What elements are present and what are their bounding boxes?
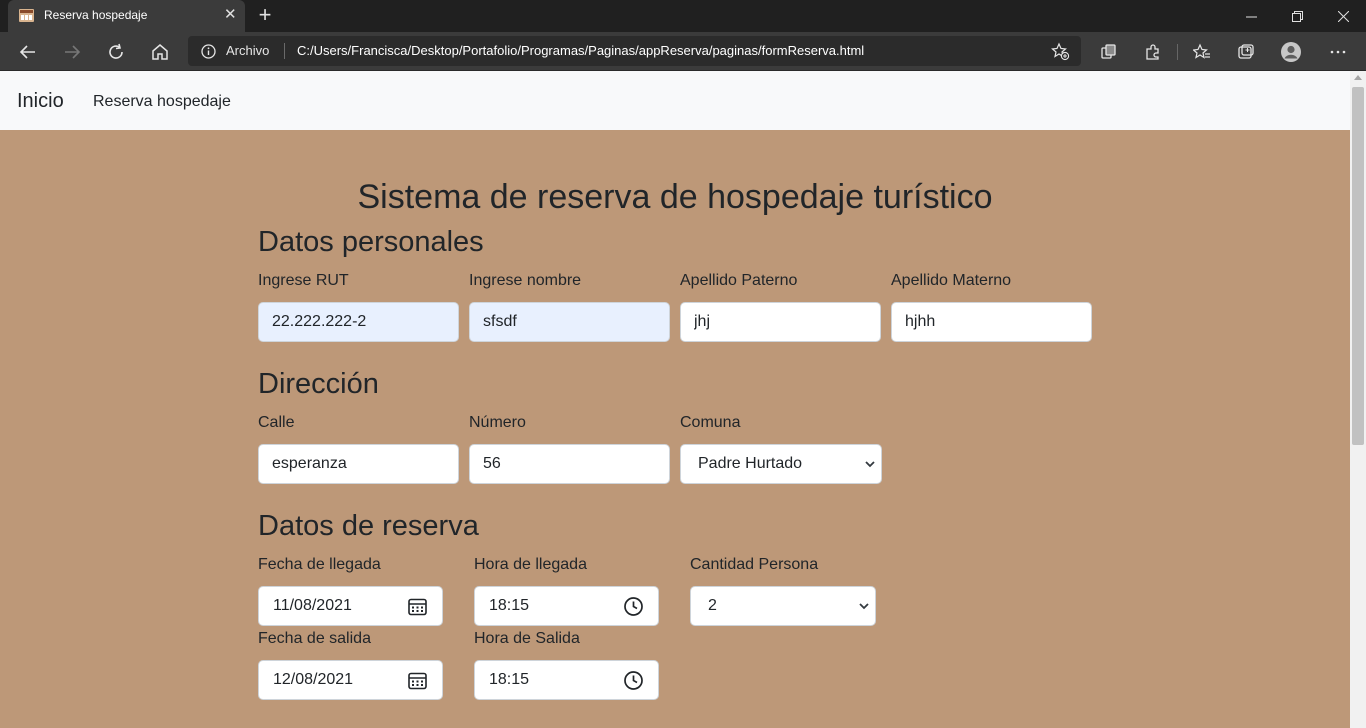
people-label: Cantidad Persona [690, 556, 819, 573]
clock-icon[interactable] [623, 670, 644, 691]
page-title: Sistema de reserva de hospedaje turístic… [357, 178, 993, 216]
street-input[interactable] [258, 444, 459, 484]
tab-actions-icon[interactable] [1235, 41, 1257, 63]
scroll-up-arrow-icon[interactable] [1354, 75, 1362, 80]
window-close-button[interactable] [1320, 0, 1366, 32]
section-heading-reservation: Datos de reserva [258, 510, 479, 542]
maternal-input[interactable] [891, 302, 1092, 342]
toolbar-separator [1177, 44, 1178, 60]
browser-tab[interactable]: Reserva hospedaje ✕ [8, 0, 245, 32]
people-selected-value: 2 [708, 597, 717, 614]
street-label: Calle [258, 414, 295, 431]
back-button[interactable] [14, 39, 42, 65]
clock-icon[interactable] [623, 596, 644, 617]
page-viewport: Inicio Reserva hospedaje Sistema de rese… [0, 71, 1350, 728]
section-heading-address: Dirección [258, 368, 379, 400]
arrival-time-input[interactable]: 18:15 [474, 586, 659, 626]
browser-toolbar: Archivo C:/Users/Francisca/Desktop/Porta… [0, 32, 1366, 71]
page-scrollbar[interactable] [1350, 71, 1366, 728]
calendar-icon[interactable] [407, 596, 428, 617]
departure-date-label: Fecha de salida [258, 630, 371, 647]
tab-title: Reserva hospedaje [44, 8, 148, 22]
paternal-label: Apellido Paterno [680, 272, 798, 289]
refresh-icon [109, 43, 123, 59]
chevron-down-icon [865, 461, 875, 468]
maternal-label: Apellido Materno [891, 272, 1012, 289]
home-button[interactable] [146, 39, 174, 65]
nav-link-reserva[interactable]: Reserva hospedaje [93, 93, 231, 111]
scrollbar-thumb[interactable] [1352, 87, 1364, 445]
section-heading-personal: Datos personales [258, 226, 484, 258]
departure-time-input[interactable]: 18:15 [474, 660, 659, 700]
number-label: Número [469, 414, 526, 431]
info-icon[interactable] [201, 44, 216, 59]
profile-icon[interactable] [1280, 41, 1302, 63]
people-select[interactable]: 2 [690, 586, 876, 626]
favorites-icon[interactable] [1191, 41, 1213, 63]
minimize-button[interactable] [1228, 0, 1274, 32]
address-bar[interactable]: Archivo C:/Users/Francisca/Desktop/Porta… [188, 36, 1081, 66]
comuna-select[interactable]: Padre Hurtado [680, 444, 882, 484]
arrival-time-label: Hora de llegada [474, 556, 587, 573]
more-icon[interactable] [1327, 41, 1349, 63]
arrival-date-value: 11/08/2021 [273, 597, 352, 614]
close-icon [1337, 10, 1349, 22]
arrival-time-value: 18:15 [489, 597, 530, 614]
name-label: Ingrese nombre [469, 272, 582, 289]
browser-titlebar: Reserva hospedaje ✕ + [0, 0, 1366, 32]
favorite-add-icon[interactable] [1051, 42, 1070, 61]
address-separator [284, 43, 285, 59]
navbar-brand[interactable]: Inicio [17, 90, 64, 113]
plus-icon[interactable]: + [254, 3, 276, 27]
paternal-input[interactable] [680, 302, 881, 342]
arrival-date-input[interactable]: 11/08/2021 [258, 586, 443, 626]
close-icon[interactable]: ✕ [224, 6, 237, 24]
rut-label: Ingrese RUT [258, 272, 349, 289]
address-scheme: Archivo [226, 43, 270, 58]
extensions-icon[interactable] [1142, 41, 1164, 63]
comuna-selected-value: Padre Hurtado [698, 455, 803, 472]
home-icon [152, 44, 168, 60]
address-url[interactable]: C:/Users/Francisca/Desktop/Portafolio/Pr… [297, 43, 864, 58]
restore-icon [1291, 10, 1303, 22]
departure-date-input[interactable]: 12/08/2021 [258, 660, 443, 700]
departure-time-value: 18:15 [489, 671, 530, 688]
rut-input[interactable] [258, 302, 459, 342]
site-navbar: Inicio Reserva hospedaje [0, 71, 1350, 130]
comuna-label: Comuna [680, 414, 741, 431]
collections-icon[interactable] [1098, 41, 1120, 63]
name-input[interactable] [469, 302, 670, 342]
chevron-down-icon [859, 603, 869, 610]
refresh-button[interactable] [102, 39, 130, 65]
forward-button[interactable] [58, 39, 86, 65]
arrival-date-label: Fecha de llegada [258, 556, 381, 573]
number-input[interactable] [469, 444, 670, 484]
maximize-button[interactable] [1274, 0, 1320, 32]
departure-time-label: Hora de Salida [474, 630, 580, 647]
forward-icon [65, 45, 81, 59]
minimize-icon [1245, 16, 1257, 17]
departure-date-value: 12/08/2021 [273, 671, 354, 688]
back-icon [19, 45, 35, 59]
calendar-icon[interactable] [407, 670, 428, 691]
tab-favicon-icon [19, 9, 34, 22]
